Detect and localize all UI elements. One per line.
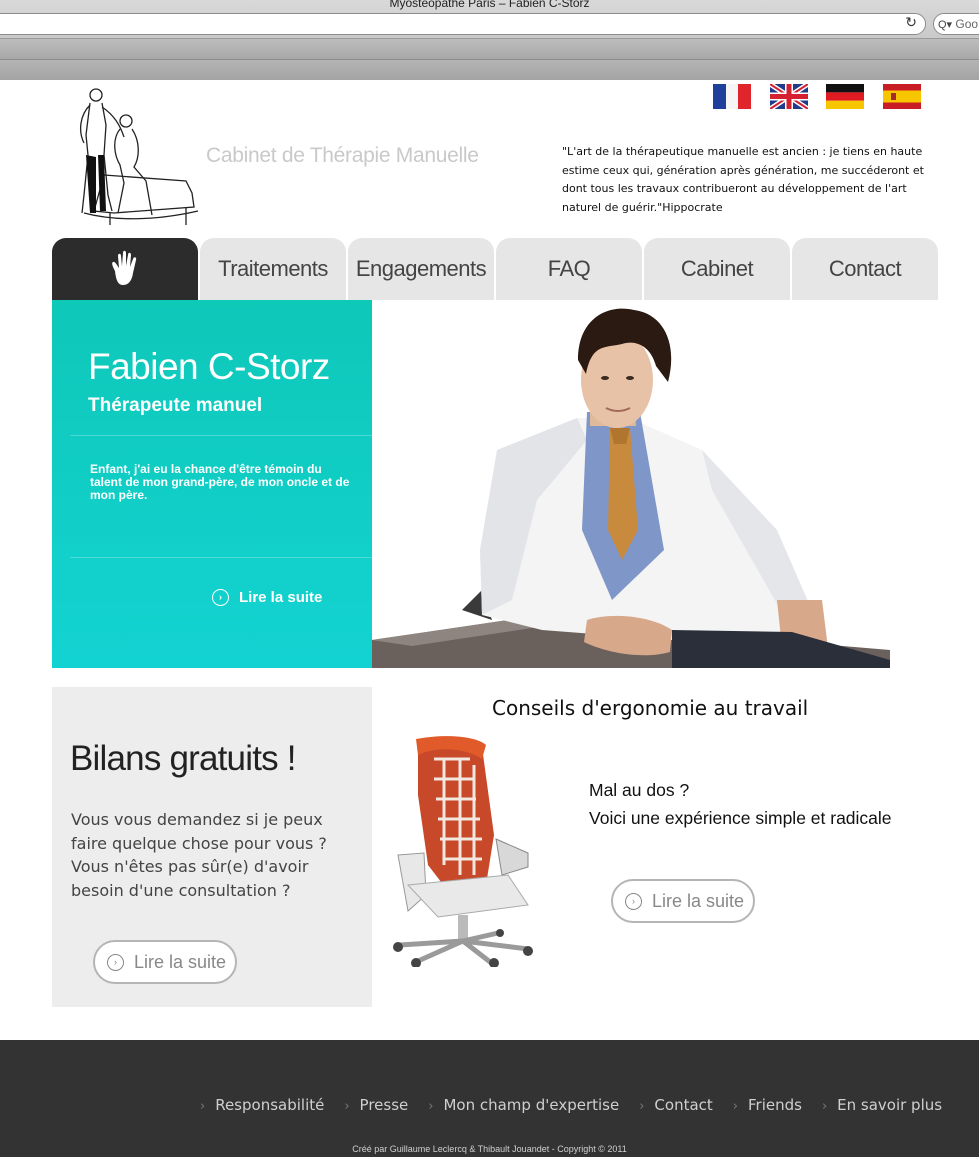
tab-faq[interactable]: FAQ bbox=[496, 238, 642, 300]
divider bbox=[70, 557, 372, 558]
office-chair-image bbox=[393, 736, 533, 967]
arrow-circle-icon: › bbox=[107, 953, 124, 971]
search-icon: Q▾ bbox=[938, 19, 953, 31]
site-title: Cabinet de Thérapie Manuelle bbox=[206, 144, 479, 167]
arrow-circle-icon: › bbox=[212, 589, 229, 606]
bilans-read-more-button[interactable]: › Lire la suite bbox=[93, 940, 237, 984]
reload-icon[interactable]: ↻ bbox=[905, 15, 917, 31]
footer-link-label: Presse bbox=[359, 1096, 409, 1114]
window-title: Myostéopathe Paris – Fabien C-Storz bbox=[389, 0, 590, 10]
footer-nav: › Responsabilité › Presse › Mon champ d'exp… bbox=[200, 1096, 962, 1114]
chevron-right-icon: › bbox=[821, 1099, 828, 1114]
hero-role: Thérapeute manuel bbox=[88, 395, 263, 416]
arrow-circle-icon: › bbox=[625, 892, 642, 910]
read-more-label: Lire la suite bbox=[652, 890, 745, 911]
search-placeholder: Goo bbox=[955, 17, 979, 31]
flag-uk-icon[interactable] bbox=[770, 84, 808, 109]
address-bar[interactable]: ↻ bbox=[0, 13, 926, 35]
footer: › Responsabilité › Presse › Mon champ d'exp… bbox=[0, 1040, 979, 1157]
footer-link-responsabilite[interactable]: › Responsabilité bbox=[200, 1096, 324, 1114]
bookmarks-bar bbox=[0, 38, 979, 59]
tab-bar bbox=[0, 59, 979, 80]
tab-engagements[interactable]: Engagements bbox=[348, 238, 494, 300]
bilans-panel: Bilans gratuits ! Vous vous demandez si … bbox=[52, 687, 372, 1007]
hero-name: Fabien C-Storz bbox=[88, 346, 330, 387]
chevron-right-icon: › bbox=[344, 1099, 350, 1114]
chevron-right-icon: › bbox=[639, 1099, 645, 1114]
flag-spain-icon[interactable] bbox=[883, 84, 921, 109]
tab-cabinet[interactable]: Cabinet bbox=[644, 238, 790, 300]
footer-link-presse[interactable]: › Presse bbox=[344, 1096, 408, 1114]
divider bbox=[70, 435, 372, 436]
chevron-right-icon: › bbox=[428, 1099, 434, 1114]
footer-credit: Créé par Guillaume Leclercq & Thibault J… bbox=[352, 1144, 627, 1154]
browser-chrome: Myostéopathe Paris – Fabien C-Storz ↻ Q▾… bbox=[0, 0, 979, 80]
read-more-label: Lire la suite bbox=[134, 951, 227, 972]
footer-link-label: Contact bbox=[654, 1096, 713, 1114]
chevron-right-icon: › bbox=[732, 1099, 738, 1114]
footer-link-en-savoir-plus[interactable]: › En savoir plus bbox=[822, 1096, 942, 1114]
hero-read-more-link[interactable]: › Lire la suite bbox=[212, 589, 322, 606]
logo-illustration[interactable] bbox=[74, 85, 200, 233]
footer-link-contact[interactable]: › Contact bbox=[639, 1096, 713, 1114]
flag-germany-icon[interactable] bbox=[826, 84, 864, 109]
bilans-title: Bilans gratuits ! bbox=[70, 739, 296, 778]
footer-link-label: En savoir plus bbox=[837, 1096, 943, 1114]
read-more-label: Lire la suite bbox=[239, 589, 323, 606]
chevron-right-icon: › bbox=[200, 1099, 206, 1114]
footer-link-friends[interactable]: › Friends bbox=[733, 1096, 802, 1114]
bilans-text: Vous vous demandez si je peux faire quel… bbox=[71, 810, 327, 900]
flag-france-icon[interactable] bbox=[713, 84, 751, 109]
tab-traitements[interactable]: Traitements bbox=[200, 238, 346, 300]
ergonomie-line1: Mal au dos ? bbox=[589, 780, 690, 800]
footer-link-label: Mon champ d'expertise bbox=[443, 1096, 620, 1114]
tab-home[interactable] bbox=[52, 238, 198, 300]
footer-link-label: Friends bbox=[747, 1096, 802, 1114]
ergonomie-read-more-button[interactable]: › Lire la suite bbox=[611, 879, 755, 923]
ergonomie-title: Conseils d'ergonomie au travail bbox=[492, 696, 809, 720]
footer-link-expertise[interactable]: › Mon champ d'expertise bbox=[428, 1096, 619, 1114]
hand-icon bbox=[112, 250, 137, 285]
hippocrates-quote: "L'art de la thérapeutique manuelle est … bbox=[562, 145, 924, 214]
hero-text: Enfant, j'ai eu la chance d'être témoin … bbox=[90, 462, 350, 502]
main-nav: Traitements Engagements FAQ Cabinet Cont… bbox=[52, 238, 939, 300]
portrait-photo bbox=[372, 300, 890, 668]
footer-link-label: Responsabilité bbox=[215, 1096, 325, 1114]
tab-contact[interactable]: Contact bbox=[792, 238, 938, 300]
search-field[interactable]: Q▾ Goo bbox=[933, 13, 979, 35]
hero-panel: Fabien C-Storz Thérapeute manuel Enfant,… bbox=[52, 300, 372, 668]
ergonomie-line2: Voici une expérience simple et radicale bbox=[589, 808, 892, 828]
